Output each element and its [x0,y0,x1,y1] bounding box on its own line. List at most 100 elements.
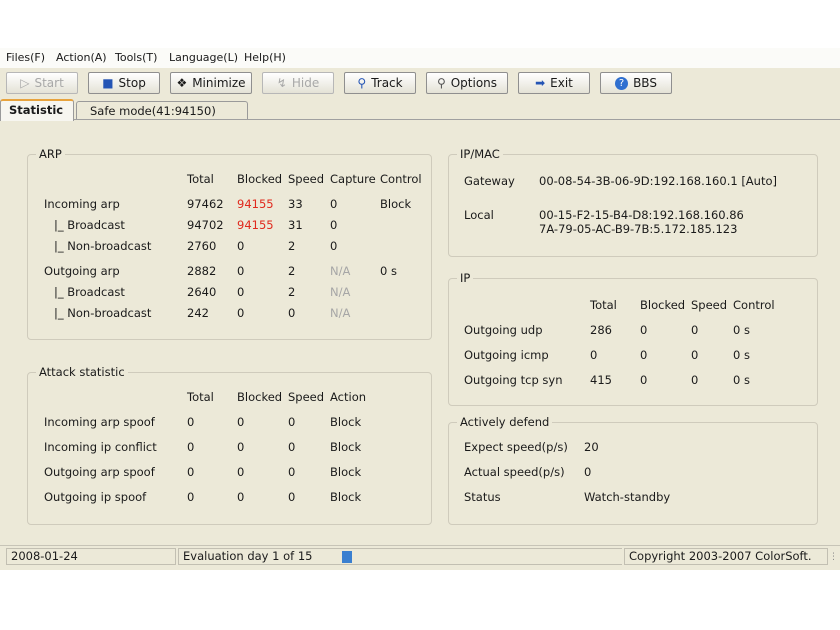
progress-indicator [342,551,352,563]
attack-header-blocked: Blocked [237,390,283,404]
cell-capture: N/A [330,306,351,320]
row-label: Outgoing tcp syn [464,373,563,387]
arp-group-title: ARP [36,147,65,161]
actual-speed-value: 0 [584,465,592,479]
cell-total: 2882 [187,264,217,278]
cell-blocked: 0 [237,415,245,429]
row-label: |_ Non-broadcast [54,306,152,320]
cell-total: 0 [187,415,195,429]
cell-capture: N/A [330,264,351,278]
ip-header-total: Total [590,298,617,312]
cell-capture: 0 [330,197,338,211]
exit-button[interactable]: ➡ Exit [518,72,590,94]
options-icon: ⚲ [436,76,446,90]
tab-statistic[interactable]: Statistic [0,99,74,121]
magnifier-icon: ⚲ [357,76,367,90]
row-label: Outgoing udp [464,323,543,337]
tab-safe-mode[interactable]: Safe mode(41:94150) [76,101,248,120]
hide-button[interactable]: ↯ Hide [262,72,334,94]
cell-total: 2640 [187,285,217,299]
ip-header-control: Control [733,298,775,312]
cell-blocked: 0 [237,440,245,454]
ip-header-speed: Speed [691,298,728,312]
track-button[interactable]: ⚲ Track [344,72,416,94]
menu-language[interactable]: Language(L) [169,51,238,64]
options-button[interactable]: ⚲ Options [426,72,508,94]
row-label: |_ Broadcast [54,285,125,299]
expect-speed-label: Expect speed(p/s) [464,440,568,454]
local-label: Local [464,208,494,222]
resize-grip-icon[interactable]: ⋮ [829,552,838,562]
row-label: |_ Non-broadcast [54,239,152,253]
cell-control: 0 s [380,264,397,278]
row-label: Outgoing ip spoof [44,490,147,504]
arp-header-capture: Capture [330,172,376,186]
cell-speed: 0 [691,323,699,337]
exit-icon: ➡ [535,76,546,90]
cell-blocked: 0 [640,373,648,387]
menu-action[interactable]: Action(A) [56,51,107,64]
cell-action: Block [330,465,362,479]
cell-total: 0 [187,440,195,454]
attack-header-action: Action [330,390,367,404]
status-label: Status [464,490,501,504]
cell-speed: 0 [288,490,296,504]
minimize-button[interactable]: ❖ Minimize [170,72,252,94]
ip-mac-group-title: IP/MAC [457,147,503,161]
row-label: Outgoing arp [44,264,120,278]
arp-header-blocked: Blocked [237,172,283,186]
cell-speed: 0 [288,465,296,479]
arp-header-total: Total [187,172,214,186]
cell-total: 0 [590,348,598,362]
row-label: Incoming ip conflict [44,440,157,454]
tab-strip: Statistic Safe mode(41:94150) [0,99,840,121]
menu-tools[interactable]: Tools(T) [115,51,157,64]
cell-total: 2760 [187,239,217,253]
cell-blocked: 0 [237,264,245,278]
local-value-1: 00-15-F2-15-B4-D8:192.168.160.86 [539,208,744,222]
cell-capture: 0 [330,239,338,253]
cell-blocked: 94155 [237,197,274,211]
help-icon: ? [615,76,629,90]
minimize-icon: ❖ [176,76,188,90]
row-label: Outgoing arp spoof [44,465,155,479]
cell-blocked: 0 [640,323,648,337]
status-copyright: Copyright 2003-2007 ColorSoft. [624,548,828,565]
cell-control: 0 s [733,323,750,337]
ip-header-blocked: Blocked [640,298,686,312]
defend-group-title: Actively defend [457,415,553,429]
cell-capture: N/A [330,285,351,299]
status-bar: 2008-01-24 Evaluation day 1 of 15 Copyri… [0,545,840,567]
cell-speed: 0 [288,415,296,429]
stop-icon: ■ [102,76,114,90]
cell-control: Block [380,197,412,211]
status-value: Watch-standby [584,490,671,504]
cell-speed: 0 [288,440,296,454]
row-label: Incoming arp spoof [44,415,155,429]
gateway-value: 00-08-54-3B-06-9D:192.168.160.1 [Auto] [539,174,777,188]
cell-speed: 0 [691,348,699,362]
arp-group: ARP Total Blocked Speed Capture Control … [27,147,432,340]
application-window: Files(F) Action(A) Tools(T) Language(L) … [0,48,840,570]
row-label: |_ Broadcast [54,218,125,232]
cell-speed: 0 [691,373,699,387]
cell-total: 0 [187,490,195,504]
cell-blocked: 0 [640,348,648,362]
menu-files[interactable]: Files(F) [6,51,45,64]
cell-speed: 33 [288,197,303,211]
bbs-button[interactable]: ? BBS [600,72,672,94]
cell-speed: 2 [288,264,296,278]
ip-mac-group: IP/MAC Gateway 00-08-54-3B-06-9D:192.168… [448,147,818,257]
attack-header-total: Total [187,390,214,404]
ip-group-title: IP [457,271,474,285]
cell-blocked: 0 [237,465,245,479]
stop-button[interactable]: ■ Stop [88,72,160,94]
menu-help[interactable]: Help(H) [244,51,286,64]
cell-action: Block [330,490,362,504]
cell-blocked: 0 [237,306,245,320]
attack-statistic-group: Attack statistic Total Blocked Speed Act… [27,365,432,525]
row-label: Outgoing icmp [464,348,549,362]
start-button[interactable]: ▷ Start [6,72,78,94]
attack-header-speed: Speed [288,390,325,404]
cell-capture: 0 [330,218,338,232]
